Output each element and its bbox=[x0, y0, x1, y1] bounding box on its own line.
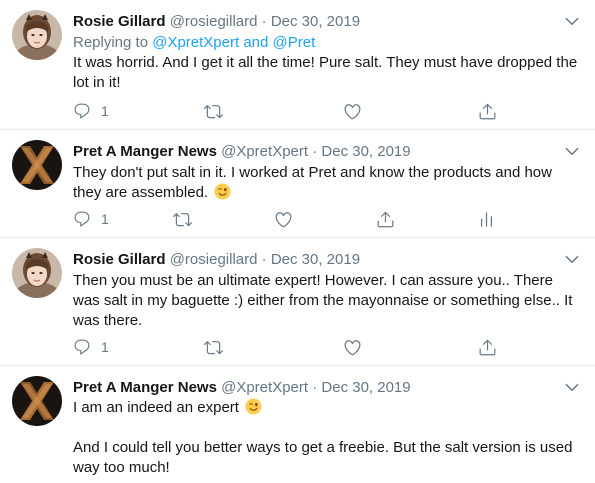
tweet-header: Rosie Gillard @rosiegillard · Dec 30, 20… bbox=[73, 250, 360, 269]
share-button[interactable] bbox=[478, 336, 497, 358]
replying-prefix: Replying to bbox=[73, 34, 153, 51]
tweet[interactable]: Pret A Manger News @XpretXpert · Dec 30,… bbox=[0, 130, 595, 238]
analytics-icon bbox=[477, 210, 496, 229]
reply-count: 1 bbox=[101, 211, 109, 227]
retweet-button[interactable] bbox=[204, 100, 223, 122]
retweet-icon bbox=[204, 338, 223, 357]
like-button[interactable] bbox=[274, 208, 293, 230]
separator: · bbox=[312, 143, 318, 160]
tweet-header: Rosie Gillard @rosiegillard · Dec 30, 20… bbox=[73, 12, 360, 31]
tweet-header: Pret A Manger News @XpretXpert · Dec 30,… bbox=[73, 142, 411, 161]
avatar[interactable] bbox=[12, 140, 62, 190]
tweet-text: I am an indeed an expert And I could tel… bbox=[73, 398, 583, 478]
tweet-header: Pret A Manger News @XpretXpert · Dec 30,… bbox=[73, 378, 411, 397]
handle[interactable]: @rosiegillard bbox=[170, 251, 258, 268]
tweet[interactable]: Pret A Manger News @XpretXpert · Dec 30,… bbox=[0, 366, 595, 483]
like-icon bbox=[343, 338, 362, 357]
share-button[interactable] bbox=[478, 100, 497, 122]
chevron-down-icon[interactable] bbox=[563, 378, 581, 396]
reply-button[interactable]: 1 bbox=[73, 208, 109, 230]
winking-face-icon bbox=[214, 183, 231, 200]
retweet-icon bbox=[173, 210, 192, 229]
replying-and: and bbox=[239, 34, 273, 51]
winking-face-icon bbox=[245, 398, 262, 415]
like-icon bbox=[343, 102, 362, 121]
reply-count: 1 bbox=[101, 339, 109, 355]
like-button[interactable] bbox=[343, 100, 362, 122]
rosie-avatar-icon bbox=[12, 10, 62, 60]
reply-icon bbox=[73, 338, 91, 356]
analytics-button[interactable] bbox=[477, 208, 496, 230]
avatar[interactable] bbox=[12, 10, 62, 60]
display-name[interactable]: Rosie Gillard bbox=[73, 13, 166, 30]
share-button[interactable] bbox=[376, 208, 395, 230]
separator: · bbox=[261, 251, 267, 268]
mention-link[interactable]: @XpretXpert bbox=[152, 34, 239, 51]
retweet-button[interactable] bbox=[173, 208, 192, 230]
tweet-date[interactable]: Dec 30, 2019 bbox=[271, 251, 360, 268]
tweet-text-content: They don't put salt in it. I worked at P… bbox=[73, 164, 552, 201]
display-name[interactable]: Rosie Gillard bbox=[73, 251, 166, 268]
display-name[interactable]: Pret A Manger News bbox=[73, 379, 217, 396]
chevron-down-icon[interactable] bbox=[563, 12, 581, 30]
reply-button[interactable]: 1 bbox=[73, 336, 109, 358]
tweet-text: It was horrid. And I get it all the time… bbox=[73, 54, 578, 91]
retweet-button[interactable] bbox=[204, 336, 223, 358]
tweet-date[interactable]: Dec 30, 2019 bbox=[321, 379, 410, 396]
share-icon bbox=[376, 210, 395, 229]
tweet-text-content: I am an indeed an expert bbox=[73, 399, 239, 416]
tweet-actions: 1 bbox=[73, 336, 503, 358]
share-icon bbox=[478, 338, 497, 357]
tweet-paragraph: And I could tell you better ways to get … bbox=[73, 439, 573, 476]
reply-count: 1 bbox=[101, 103, 109, 119]
retweet-icon bbox=[204, 102, 223, 121]
separator: · bbox=[261, 13, 267, 30]
share-icon bbox=[478, 102, 497, 121]
rosie-avatar-icon bbox=[12, 248, 62, 298]
tweet-date[interactable]: Dec 30, 2019 bbox=[321, 143, 410, 160]
x-avatar-icon bbox=[12, 140, 62, 190]
like-button[interactable] bbox=[343, 336, 362, 358]
like-icon bbox=[274, 210, 293, 229]
display-name[interactable]: Pret A Manger News bbox=[73, 143, 217, 160]
avatar[interactable] bbox=[12, 376, 62, 426]
tweet-text: Then you must be an ultimate expert! How… bbox=[73, 272, 573, 329]
handle[interactable]: @rosiegillard bbox=[170, 13, 258, 30]
avatar[interactable] bbox=[12, 248, 62, 298]
tweet-date[interactable]: Dec 30, 2019 bbox=[271, 13, 360, 30]
tweet-actions: 1 bbox=[73, 100, 503, 122]
chevron-down-icon[interactable] bbox=[563, 250, 581, 268]
replying-to: Replying to @XpretXpert and @Pret bbox=[73, 33, 315, 53]
tweet-actions: 1 bbox=[73, 208, 503, 230]
tweet[interactable]: Rosie Gillard @rosiegillard · Dec 30, 20… bbox=[0, 238, 595, 366]
handle[interactable]: @XpretXpert bbox=[221, 379, 308, 396]
reply-button[interactable]: 1 bbox=[73, 100, 109, 122]
separator: · bbox=[312, 379, 318, 396]
chevron-down-icon[interactable] bbox=[563, 142, 581, 160]
handle[interactable]: @XpretXpert bbox=[221, 143, 308, 160]
tweet-text: They don't put salt in it. I worked at P… bbox=[73, 163, 583, 203]
reply-icon bbox=[73, 210, 91, 228]
tweet-line: I am an indeed an expert bbox=[73, 398, 583, 418]
tweet[interactable]: Rosie Gillard @rosiegillard · Dec 30, 20… bbox=[0, 0, 595, 130]
mention-link[interactable]: @Pret bbox=[273, 34, 316, 51]
x-avatar-icon bbox=[12, 376, 62, 426]
reply-icon bbox=[73, 102, 91, 120]
